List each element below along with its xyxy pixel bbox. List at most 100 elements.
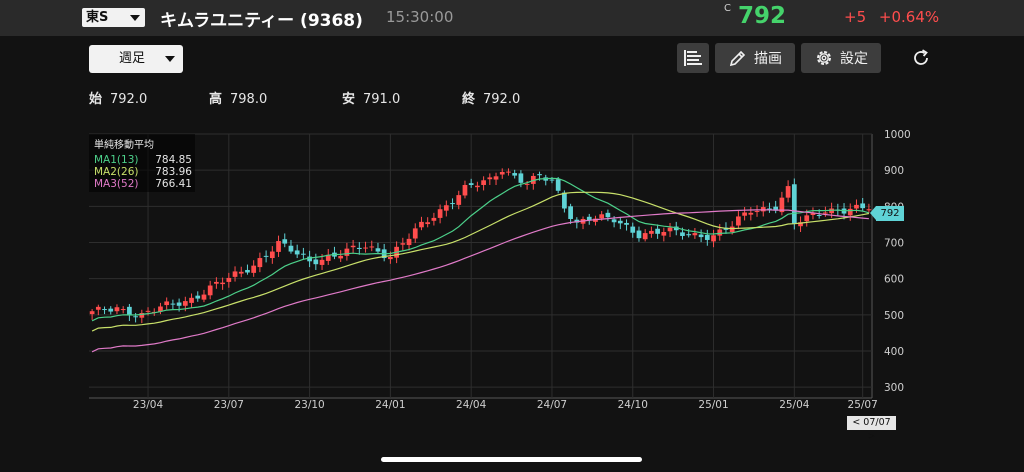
candle-body bbox=[350, 245, 356, 248]
candle-body bbox=[388, 256, 393, 260]
candle-body bbox=[791, 184, 797, 225]
candle-body bbox=[617, 220, 623, 224]
candle-body bbox=[164, 301, 170, 306]
candle-body bbox=[630, 226, 636, 233]
candles bbox=[89, 168, 872, 324]
ma3-name: MA3(52) bbox=[94, 178, 139, 190]
x-tick-label: 23/10 bbox=[294, 399, 324, 411]
candle-body bbox=[363, 247, 368, 249]
candle-body bbox=[649, 230, 654, 234]
candle-body bbox=[288, 245, 294, 252]
x-tick-label: 24/04 bbox=[456, 399, 487, 411]
candle-body bbox=[195, 295, 201, 299]
ma1-value: 784.85 bbox=[155, 154, 192, 166]
candle-body bbox=[456, 195, 462, 205]
candle-body bbox=[562, 192, 567, 209]
candle-body bbox=[89, 311, 95, 315]
candle-body bbox=[481, 180, 486, 185]
ma-line-3 bbox=[91, 209, 869, 353]
candle-body bbox=[555, 179, 561, 191]
ma1-entry: MA1(13) 784.85 bbox=[94, 154, 192, 166]
ma2-entry: MA2(26) 783.96 bbox=[94, 166, 192, 178]
candle-body bbox=[506, 171, 511, 173]
candle-body bbox=[313, 259, 319, 265]
candle-body bbox=[804, 215, 810, 222]
candle-body bbox=[145, 310, 151, 312]
x-axis-ticks: 23/04 23/07 23/10 24/01 24/04 24/07 24/10 25/01… bbox=[133, 399, 878, 411]
x-tick-label: 25/01 bbox=[698, 399, 728, 411]
candle-body bbox=[450, 203, 455, 205]
candle-body bbox=[748, 212, 754, 215]
candle-body bbox=[412, 228, 418, 239]
y-axis-ticks: 1000900800700600500400300 bbox=[884, 129, 911, 394]
candle-body bbox=[189, 297, 194, 303]
candle-body bbox=[816, 215, 822, 217]
home-indicator bbox=[381, 457, 642, 462]
x-tick-label: 24/01 bbox=[375, 399, 405, 411]
candle-body bbox=[238, 271, 244, 274]
ma2-name: MA2(26) bbox=[94, 166, 139, 178]
candle-body bbox=[549, 179, 555, 181]
candle-body bbox=[419, 221, 424, 228]
chart-grid bbox=[89, 133, 873, 399]
candle-body bbox=[729, 226, 735, 233]
candle-body bbox=[512, 173, 518, 176]
candle-body bbox=[95, 306, 101, 310]
candle-body bbox=[232, 271, 238, 277]
candle-body bbox=[698, 234, 704, 238]
candle-body bbox=[624, 222, 629, 225]
candle-body bbox=[642, 233, 648, 240]
candle-body bbox=[182, 301, 188, 306]
candle-body bbox=[127, 306, 132, 316]
y-tick-label: 500 bbox=[884, 310, 904, 322]
candle-body bbox=[114, 307, 120, 312]
candle-body bbox=[686, 234, 692, 236]
candle-body bbox=[661, 232, 667, 236]
date-navigator[interactable]: < 07/07 > bbox=[847, 416, 896, 442]
candle-body bbox=[499, 171, 505, 175]
y-tick-label: 300 bbox=[884, 382, 904, 394]
candle-body bbox=[133, 316, 138, 318]
ma-line-1 bbox=[91, 177, 870, 322]
candle-body bbox=[431, 217, 437, 221]
candle-body bbox=[443, 205, 449, 211]
candle-body bbox=[667, 227, 673, 232]
candle-body bbox=[568, 206, 573, 219]
candle-body bbox=[462, 184, 468, 196]
candle-body bbox=[704, 234, 710, 240]
candle-body bbox=[338, 255, 344, 259]
candle-body bbox=[214, 281, 219, 284]
candle-body bbox=[692, 233, 698, 236]
moving-average-lines bbox=[91, 177, 870, 353]
candle-body bbox=[860, 203, 866, 209]
y-tick-label: 1000 bbox=[884, 129, 911, 141]
candle-body bbox=[251, 265, 257, 273]
last-price-tag: 792 bbox=[870, 206, 904, 221]
candle-body bbox=[294, 250, 300, 255]
ma-legend-title: 単純移動平均 bbox=[94, 140, 154, 151]
candle-body bbox=[400, 243, 406, 245]
candle-body bbox=[680, 232, 685, 236]
candle-body bbox=[369, 246, 375, 248]
ma1-name: MA1(13) bbox=[94, 154, 139, 166]
y-tick-label: 600 bbox=[884, 274, 904, 286]
candle-body bbox=[475, 185, 480, 188]
candle-body bbox=[257, 258, 263, 268]
candle-body bbox=[301, 253, 306, 255]
candle-body bbox=[854, 204, 859, 209]
candle-body bbox=[599, 214, 605, 219]
candle-body bbox=[823, 212, 828, 214]
candle-body bbox=[356, 247, 362, 250]
candle-body bbox=[269, 251, 275, 259]
candle-body bbox=[282, 239, 288, 244]
candle-body bbox=[754, 211, 760, 213]
candle-body bbox=[655, 228, 660, 234]
x-tick-label: 24/07 bbox=[537, 399, 567, 411]
candle-body bbox=[176, 302, 182, 306]
candlestick-chart[interactable]: 1000900800700600500400300 23/0423/0723/1… bbox=[0, 0, 1024, 472]
candle-body bbox=[120, 309, 126, 311]
candle-body bbox=[344, 248, 350, 256]
y-tick-label: 400 bbox=[884, 346, 904, 358]
candle-body bbox=[276, 241, 281, 252]
candle-body bbox=[108, 308, 114, 312]
